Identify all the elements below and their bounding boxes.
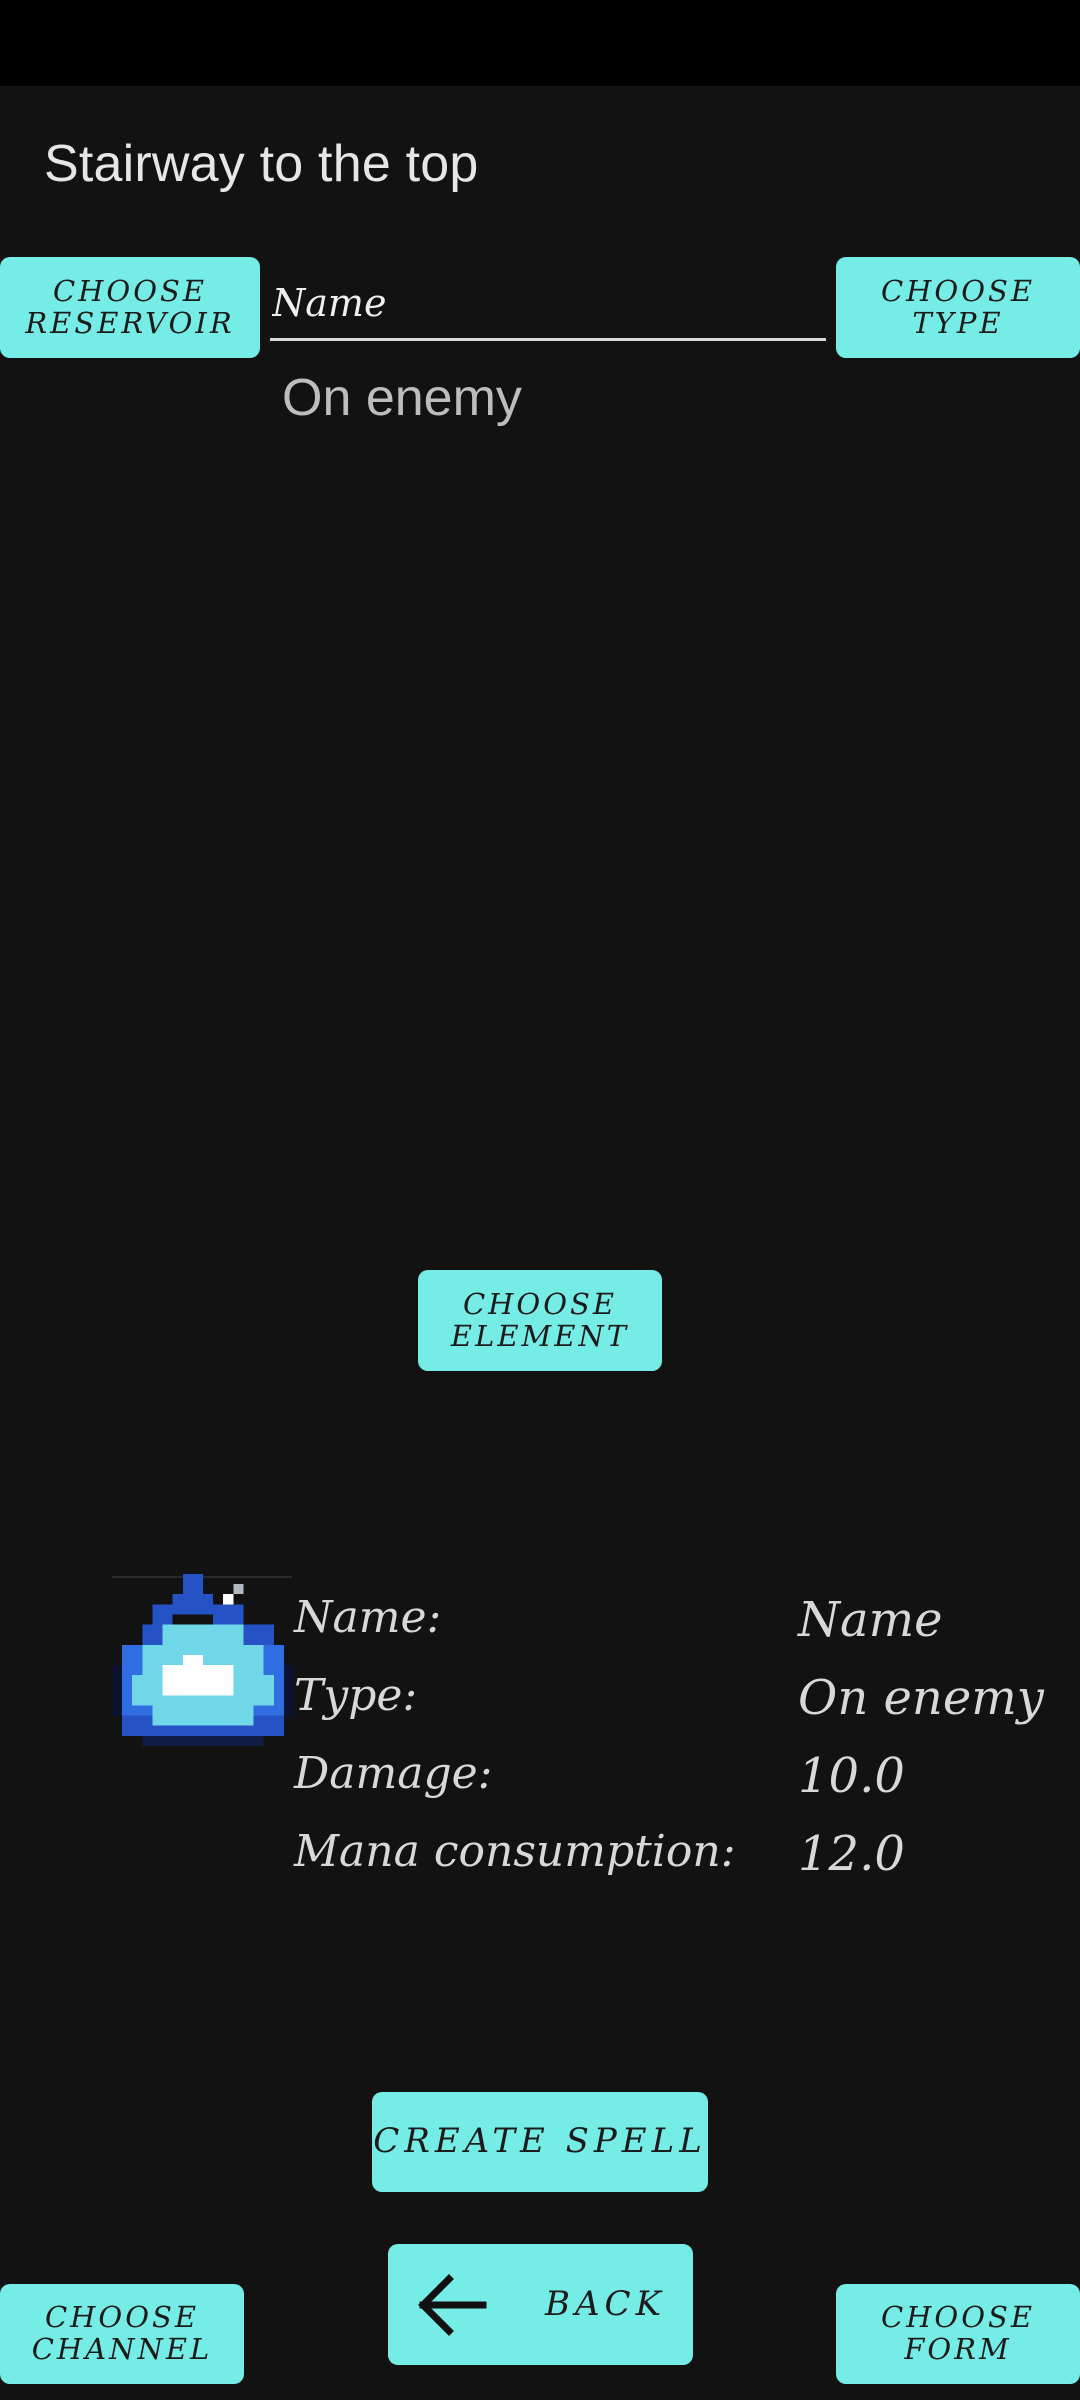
status-bar [0,0,1080,86]
choose-channel-button[interactable]: CHOOSE CHANNEL [0,2284,244,2384]
name-field [270,268,826,341]
choose-element-button[interactable]: CHOOSE ELEMENT [418,1270,662,1371]
stat-name-value: Name [798,1592,943,1648]
stat-mana-value: 12.0 [798,1826,905,1882]
stat-damage-value: 10.0 [798,1748,905,1804]
name-input[interactable] [270,268,826,338]
back-button-label: BACK [545,2283,666,2324]
back-button[interactable]: BACK [388,2244,693,2365]
stat-type-label: Type: [294,1670,418,1721]
stat-mana-label: Mana consumption: [294,1826,736,1877]
spell-type-subtitle: On enemy [282,369,522,427]
app-title: Stairway to the top [44,135,479,193]
create-spell-button[interactable]: CREATE SPELL [372,2092,708,2192]
blue-flame-icon [112,1574,294,1746]
choose-form-button[interactable]: CHOOSE FORM [836,2284,1080,2384]
stat-damage-label: Damage: [294,1748,493,1799]
stat-type-value: On enemy [798,1670,1044,1726]
back-button-content: BACK [415,2273,666,2337]
choose-type-button[interactable]: CHOOSE TYPE [836,257,1080,358]
choose-reservoir-button[interactable]: CHOOSE RESERVOIR [0,257,260,358]
stat-name-label: Name: [294,1592,442,1643]
arrow-left-icon [418,2273,487,2336]
